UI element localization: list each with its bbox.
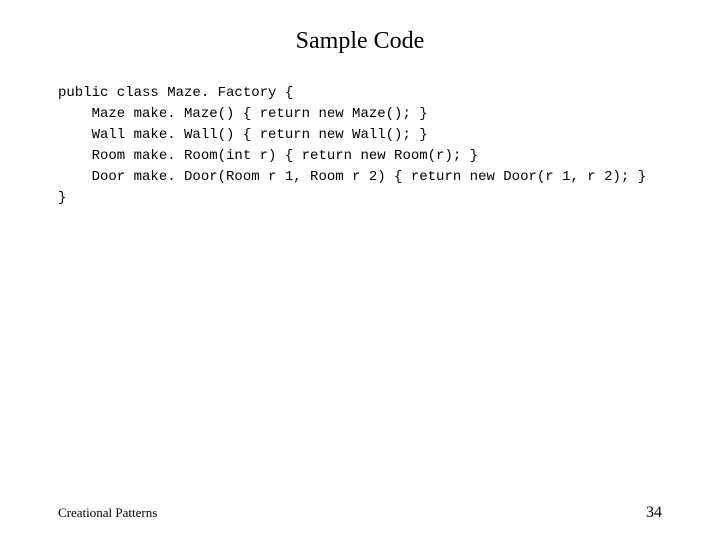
code-line: Room make. Room(int r) { return new Room…: [58, 148, 478, 164]
code-line: }: [58, 190, 66, 206]
slide-footer: Creational Patterns 34: [58, 504, 662, 522]
code-line: Wall make. Wall() { return new Wall(); }: [58, 127, 428, 143]
code-line: public class Maze. Factory {: [58, 85, 293, 101]
slide-container: Sample Code public class Maze. Factory {…: [0, 0, 720, 540]
code-line: Maze make. Maze() { return new Maze(); }: [58, 106, 428, 122]
code-block: public class Maze. Factory { Maze make. …: [58, 83, 662, 209]
page-number: 34: [646, 504, 662, 522]
footer-left-text: Creational Patterns: [58, 505, 157, 521]
slide-title: Sample Code: [58, 28, 662, 55]
code-line: Door make. Door(Room r 1, Room r 2) { re…: [58, 169, 646, 185]
